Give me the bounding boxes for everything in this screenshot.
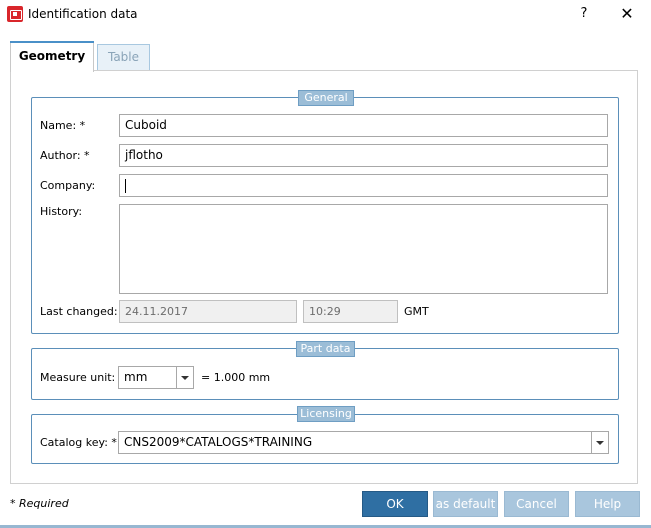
name-label: Name: * xyxy=(40,119,86,132)
last-changed-time: 10:29 xyxy=(303,300,398,323)
company-label: Company: xyxy=(40,179,96,192)
text-cursor xyxy=(125,178,126,193)
help-icon[interactable]: ? xyxy=(575,4,593,24)
general-legend: General xyxy=(298,90,354,106)
measure-unit-conversion: = 1.000 mm xyxy=(201,371,271,384)
close-icon[interactable]: ✕ xyxy=(616,4,638,24)
ok-button[interactable]: OK xyxy=(362,491,428,517)
measure-unit-select[interactable]: mm xyxy=(118,366,194,389)
history-textarea[interactable] xyxy=(119,204,608,294)
tab-panel-geometry: General Name: * Cuboid Author: * jflotho… xyxy=(10,70,638,484)
catalog-key-select[interactable]: CNS2009*CATALOGS*TRAINING xyxy=(118,431,609,454)
last-changed-date: 24.11.2017 xyxy=(119,300,297,323)
last-changed-label: Last changed: xyxy=(40,305,118,318)
title-bar: Identification data ? ✕ xyxy=(0,0,651,30)
required-note: * Required xyxy=(10,497,69,510)
author-input[interactable]: jflotho xyxy=(119,144,608,167)
as-default-button[interactable]: as default xyxy=(433,491,498,517)
company-input[interactable] xyxy=(119,174,608,197)
name-input[interactable]: Cuboid xyxy=(119,114,608,137)
help-button[interactable]: Help xyxy=(575,491,640,517)
window-title: Identification data xyxy=(28,7,138,21)
cancel-button[interactable]: Cancel xyxy=(504,491,569,517)
tab-geometry[interactable]: Geometry xyxy=(10,41,94,72)
tab-table[interactable]: Table xyxy=(97,44,150,70)
catalog-key-label: Catalog key: * xyxy=(40,436,117,449)
measure-unit-label: Measure unit: xyxy=(40,371,116,384)
history-label: History: xyxy=(40,205,83,218)
measure-unit-value: mm xyxy=(124,370,148,384)
part-data-legend: Part data xyxy=(296,341,355,357)
timezone-label: GMT xyxy=(404,305,429,318)
chevron-down-icon[interactable] xyxy=(176,367,193,388)
catalog-key-value: CNS2009*CATALOGS*TRAINING xyxy=(124,435,313,449)
chevron-down-icon[interactable] xyxy=(591,432,608,453)
app-icon xyxy=(7,6,23,22)
author-label: Author: * xyxy=(40,149,90,162)
licensing-legend: Licensing xyxy=(297,406,355,422)
